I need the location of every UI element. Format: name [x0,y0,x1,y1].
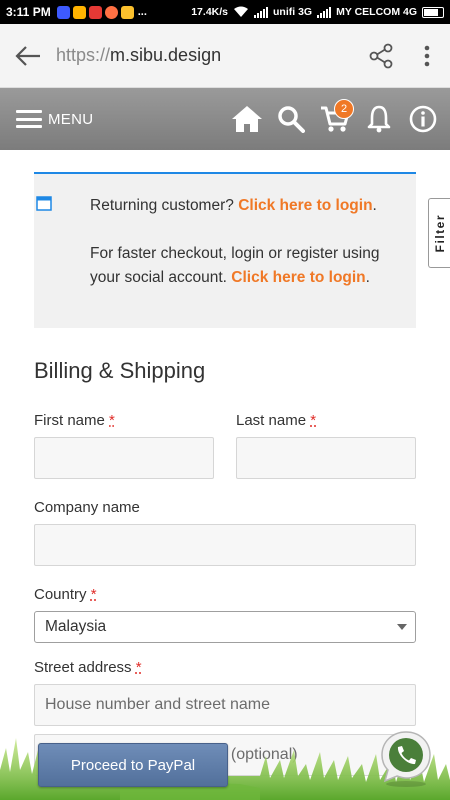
window-icon [36,196,52,211]
street-address-label: Street address * [34,659,142,676]
billing-shipping-title: Billing & Shipping [34,358,206,383]
url-scheme: https:// [56,45,111,65]
company-field: Company name [34,499,416,566]
browser-toolbar: https://m.sibu.design [0,24,450,88]
returning-login-link[interactable]: Click here to login [238,197,372,214]
proceed-to-paypal-button[interactable]: Proceed to PayPal [38,743,228,787]
checkout-content: Returning customer? Click here to login.… [34,150,416,776]
app-notification-icon [72,5,86,19]
mail-notification-icon [104,5,118,19]
status-bar: 3:11 PM ... 17.4K/s unifi 3G MY CELCOM 4… [0,0,450,24]
company-name-input[interactable] [34,524,416,566]
last-name-input[interactable] [236,437,416,479]
social-login-link[interactable]: Click here to login [231,269,365,286]
info-icon [409,105,437,133]
first-name-input[interactable] [34,437,214,479]
whatsapp-chat-icon[interactable] [378,728,434,788]
share-button[interactable] [358,24,404,88]
notification-icons [56,5,134,19]
back-arrow-icon [15,45,40,66]
company-name-label: Company name [34,499,140,516]
required-mark: * [310,412,317,429]
network-2-label: MY CELCOM 4G [336,6,417,18]
search-icon [278,106,305,133]
cart-button[interactable]: 2 [316,99,354,139]
required-mark: * [90,586,97,603]
search-button[interactable] [272,99,310,139]
filter-tab-label: Filter [432,213,447,253]
battery-icon [422,6,444,18]
social-login-text: For faster checkout, login or register u… [90,245,380,286]
url-host: m.sibu.design [110,45,222,65]
overflow-menu-button[interactable] [404,24,450,88]
country-select[interactable]: Malaysia [34,611,416,643]
info-button[interactable] [404,99,442,139]
chat-notification-icon [120,5,134,19]
signal-icon-2 [317,6,332,18]
back-button[interactable] [0,24,56,88]
required-mark: * [135,659,142,676]
street-address-input[interactable] [34,684,416,726]
more-notifications-dots: ... [137,6,147,18]
bell-icon [367,105,391,133]
home-button[interactable] [228,99,266,139]
status-time: 3:11 PM [6,5,51,19]
home-icon [232,106,262,132]
share-icon [369,43,393,68]
news-notification-icon [88,5,102,19]
cart-count-badge: 2 [334,99,354,119]
wifi-icon [234,6,248,17]
filter-tab[interactable]: Filter [428,198,450,268]
more-vert-icon [424,45,430,66]
first-name-label: First name * [34,412,115,429]
last-name-label: Last name * [236,412,317,429]
dropdown-arrow-icon [397,624,407,630]
name-row: First name * Last name * [34,412,416,479]
site-header: MENU 2 [0,88,450,150]
network-1-label: unifi 3G [273,6,313,18]
gallery-notification-icon [56,5,70,19]
signal-icon [254,6,268,18]
notifications-button[interactable] [360,99,398,139]
address-bar[interactable]: https://m.sibu.design [56,45,358,66]
network-speed: 17.4K/s [191,6,228,18]
menu-label[interactable]: MENU [48,111,93,128]
returning-customer-text: Returning customer? Click here to login. [90,197,377,214]
country-selected-value: Malaysia [45,618,107,635]
login-notice: Returning customer? Click here to login.… [34,172,416,328]
hamburger-menu-icon[interactable] [16,110,42,128]
country-field: Country * Malaysia [34,586,416,643]
required-mark: * [109,412,115,429]
country-label: Country * [34,586,97,603]
